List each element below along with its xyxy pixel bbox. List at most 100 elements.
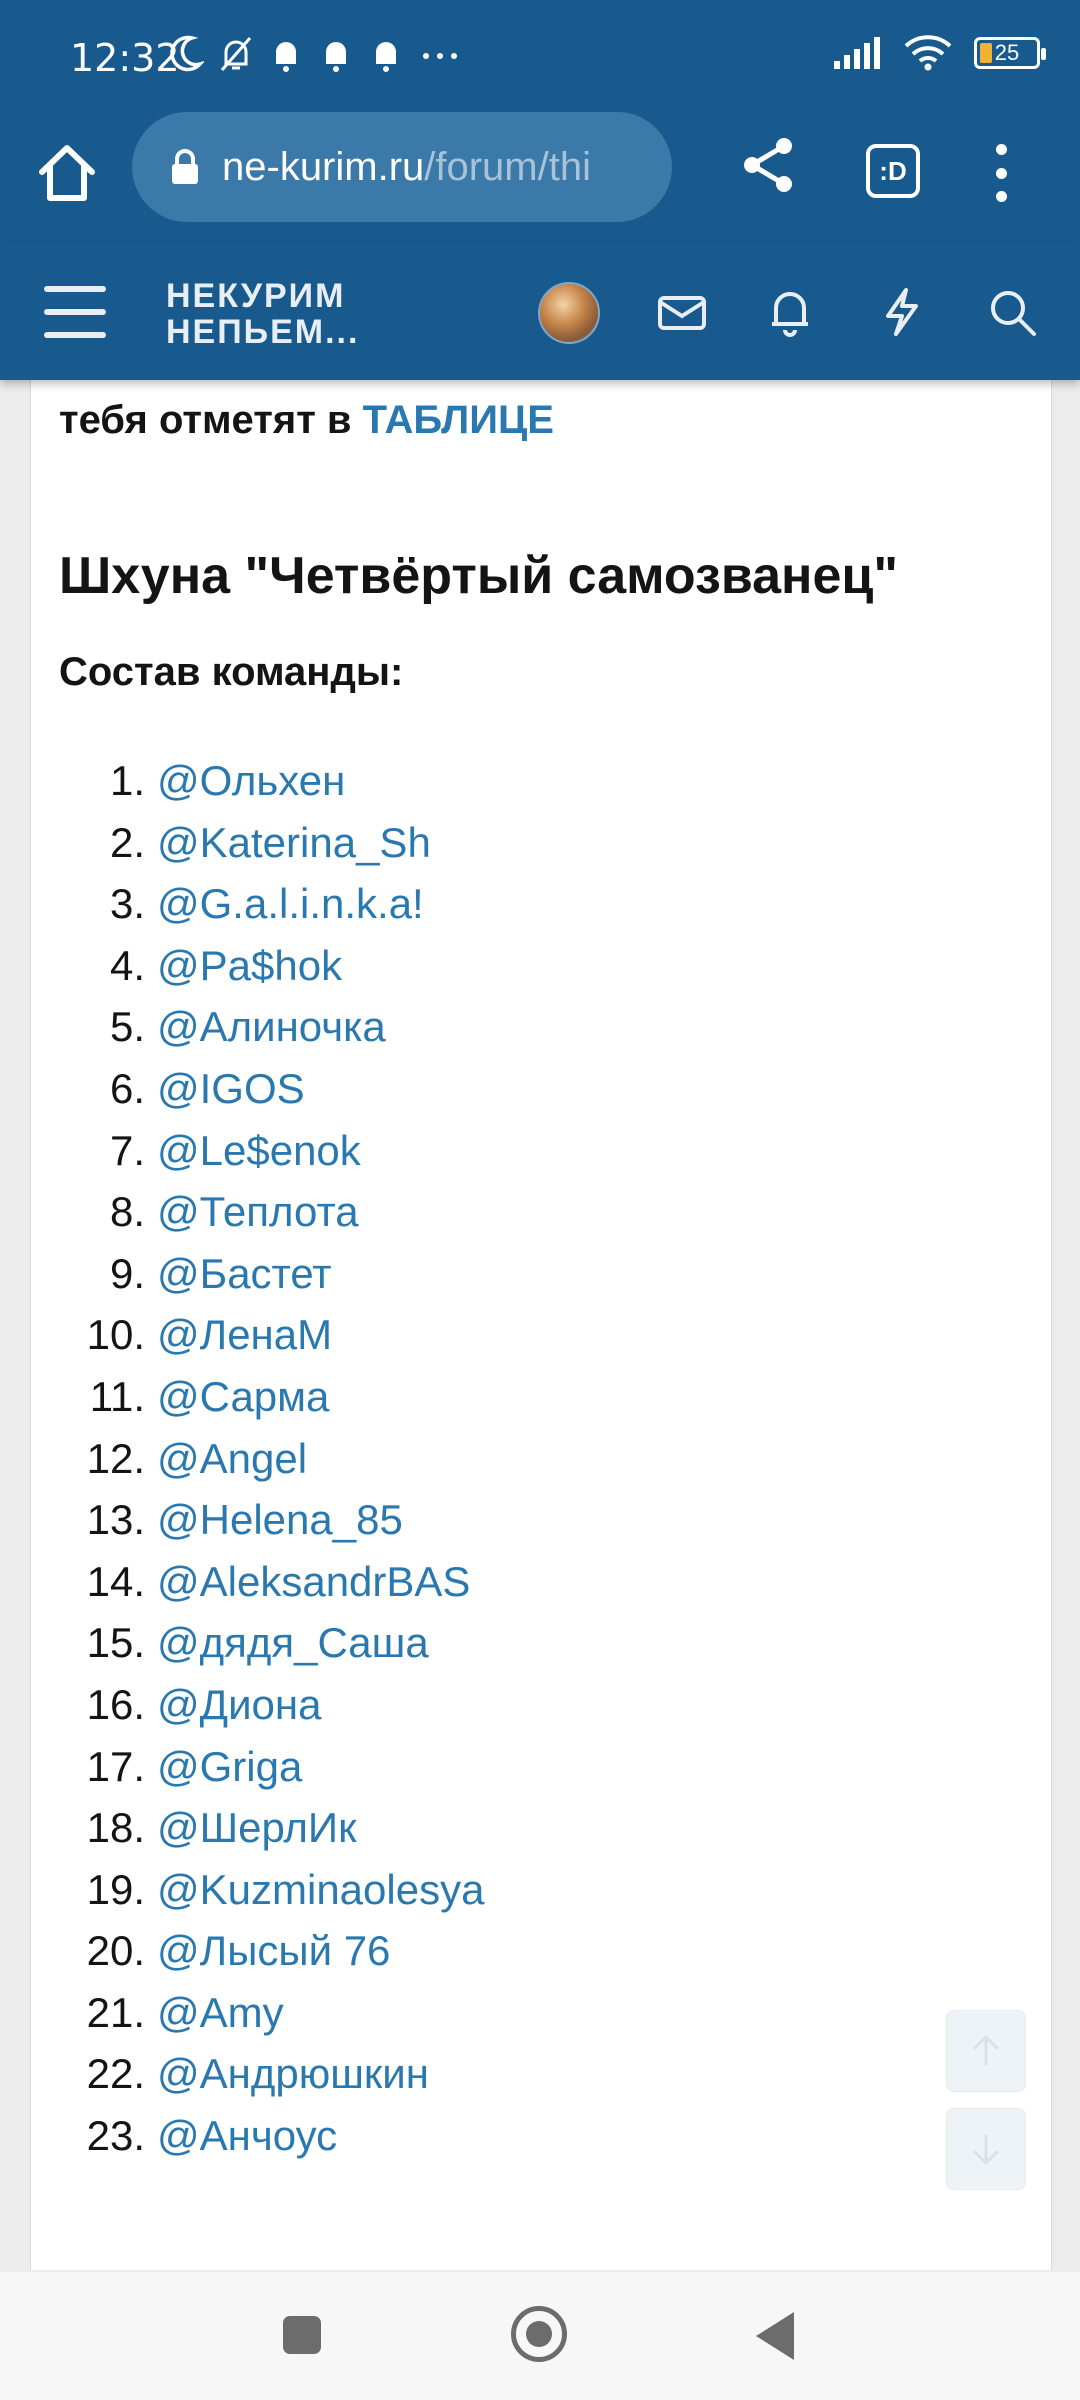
moon-icon [170,35,204,72]
member-number: 14. [86,1557,145,1605]
status-system-icons: 25 [832,34,1046,72]
list-item: 13. @Helena_85 [31,1489,484,1551]
list-item: 11. @Сарма [31,1366,484,1428]
member-number: 23. [86,2112,145,2160]
back-button[interactable] [756,2312,794,2360]
team-label: Состав команды: [59,650,404,694]
post-content: тебя отметят в ТАБЛИЦЕ Шхуна "Четвёртый … [30,380,1052,2270]
member-number: 20. [86,1927,145,1975]
list-item: 18. @ШерлИк [31,1797,484,1859]
intro-text: тебя отметят в ТАБЛИЦЕ [59,398,554,443]
hamburger-menu-icon[interactable] [44,286,106,338]
member-number: 1. [109,757,145,804]
wifi-icon [904,35,952,71]
member-number: 8. [109,1188,145,1236]
mail-icon[interactable] [654,284,710,340]
member-mention-link[interactable]: @G.a.l.i.n.k.a! [157,873,424,935]
bell-icon [376,42,396,72]
list-item: 19. @Kuzminaolesya [31,1859,485,1921]
member-mention-link[interactable]: @Андрюшкин [157,2043,429,2105]
site-header: НЕКУРИМ НЕПЬЕМ... [0,244,1080,380]
member-mention-link[interactable]: @Pa$hok [157,935,342,997]
member-mention-link[interactable]: @Анчоус [157,2105,337,2167]
member-mention-link[interactable]: @Алиночка [157,996,386,1058]
member-mention-link[interactable]: @Helena_85 [157,1489,403,1551]
list-item: 23. @Анчоус [31,2105,484,2167]
search-icon[interactable] [984,284,1040,340]
browser-menu-icon[interactable] [986,138,1016,208]
member-number: 18. [86,1804,145,1852]
member-mention-link[interactable]: @Диона [157,1674,321,1736]
battery-level: 25 [994,40,1020,65]
member-mention-link[interactable]: @Amy [157,1982,284,2044]
member-number: 10. [86,1311,145,1359]
battery-icon: 25 [974,37,1046,69]
member-number: 15. [86,1619,145,1667]
member-mention-link[interactable]: @Katerina_Sh [157,812,431,874]
member-number: 16. [86,1680,145,1728]
member-number: 5. [109,1003,145,1051]
list-item: 14. @AleksandrBAS [31,1551,484,1613]
list-item: 1. @Ольхен [31,750,484,812]
lock-icon [172,149,198,184]
list-item: 21. @Amy [31,1982,484,2044]
member-mention-link[interactable]: @Лысый 76 [157,1920,390,1982]
member-number: 13. [86,1496,145,1544]
list-item: 20. @Лысый 76 [31,1920,484,1982]
list-item: 2. @Katerina_Sh [31,812,484,874]
list-item: 9. @Бастет [31,1243,484,1305]
status-bar: 12:32 25 [0,0,1080,110]
member-mention-link[interactable]: @Angel [157,1428,307,1490]
member-mention-link[interactable]: @AleksandrBAS [157,1551,470,1613]
member-mention-link[interactable]: @Le$enok [157,1120,361,1182]
intro-text-body: тебя отметят в [59,398,363,442]
member-mention-link[interactable]: @IGOS [157,1058,305,1120]
bell-icon [276,42,296,72]
member-number: 19. [86,1865,145,1913]
more-icon [423,53,457,59]
arrow-up-icon [972,2034,1000,2065]
member-number: 12. [86,1434,145,1482]
list-item: 4. @Pa$hok [31,935,484,997]
member-mention-link[interactable]: @Griga [157,1736,302,1798]
bell-icon [326,42,346,72]
status-time: 12:32 [70,36,180,80]
bell-off-icon [220,37,252,71]
list-item: 6. @IGOS [31,1058,484,1120]
share-icon[interactable] [738,134,800,196]
member-mention-link[interactable]: @Теплота [157,1181,359,1243]
logo-line-2: НЕПЬЕМ... [166,313,360,351]
member-number: 21. [86,1988,145,2036]
member-mention-link[interactable]: @Бастет [157,1243,332,1305]
member-number: 9. [109,1249,145,1297]
user-avatar[interactable] [538,282,600,344]
member-mention-link[interactable]: @ШерлИк [157,1797,356,1859]
member-mention-link[interactable]: @Kuzminaolesya [157,1859,484,1921]
list-item: 3. @G.a.l.i.n.k.a! [31,873,484,935]
member-number: 3. [109,880,145,928]
list-item: 15. @дядя_Саша [31,1612,484,1674]
recents-button[interactable] [283,2316,321,2354]
scroll-top-button[interactable] [946,2010,1026,2092]
member-mention-link[interactable]: @ЛенаМ [157,1304,332,1366]
member-number: 22. [86,2050,145,2098]
arrow-down-icon [972,2135,1000,2166]
site-logo[interactable]: НЕКУРИМ НЕПЬЕМ... [166,278,359,350]
member-mention-link[interactable]: @дядя_Саша [157,1612,429,1674]
tab-switcher-button[interactable]: :D [866,144,920,198]
list-item: 17. @Griga [31,1736,484,1798]
home-button[interactable] [511,2306,567,2362]
url-host: ne-kurim.ru [222,144,425,189]
scroll-bottom-button[interactable] [946,2108,1026,2190]
lightning-icon[interactable] [874,284,930,340]
signal-icon [834,37,880,69]
member-mention-link[interactable]: @Сарма [157,1366,329,1428]
address-bar[interactable]: ne-kurim.ru/forum/thi [132,112,672,222]
member-number: 17. [86,1742,145,1790]
url-path: /forum/thi [424,144,591,189]
member-mention-link[interactable]: @Ольхен [157,750,345,812]
list-item: 7. @Le$enok [31,1120,484,1182]
bell-icon[interactable] [762,284,818,340]
home-icon[interactable] [32,138,102,208]
table-link[interactable]: ТАБЛИЦЕ [363,398,554,442]
